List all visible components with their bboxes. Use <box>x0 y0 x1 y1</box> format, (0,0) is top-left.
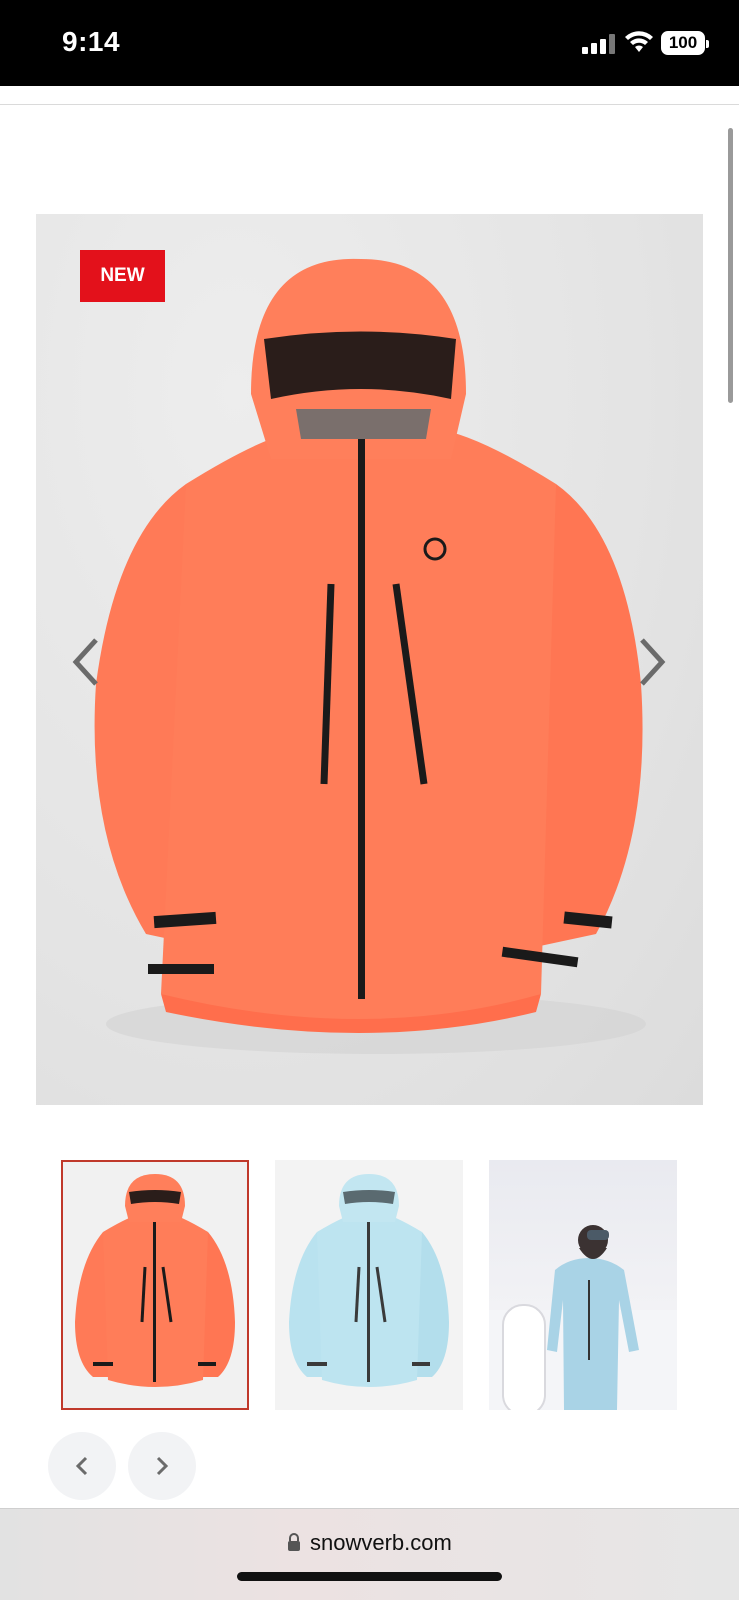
status-time: 9:14 <box>62 26 121 57</box>
cellular-signal-icon <box>582 34 616 54</box>
chevron-right-icon <box>156 1456 169 1476</box>
home-indicator[interactable] <box>237 1572 502 1581</box>
header-divider <box>0 104 739 105</box>
thumbnail-light-blue-jacket[interactable] <box>275 1160 463 1410</box>
coral-jacket-image <box>94 258 646 1054</box>
wifi-icon <box>625 31 653 52</box>
browser-address-bar[interactable]: snowverb.com <box>0 1508 739 1600</box>
status-bar: 9:14 100 <box>0 0 739 86</box>
light-blue-jacket-thumbnail-image <box>289 1174 449 1387</box>
chevron-left-icon[interactable] <box>68 634 108 690</box>
thumbnail-coral-jacket[interactable] <box>61 1160 249 1410</box>
url-text[interactable]: snowverb.com <box>310 1530 452 1556</box>
coral-jacket-thumbnail-image <box>75 1174 235 1387</box>
thumbnail-next-button[interactable] <box>128 1432 196 1500</box>
product-main-image[interactable] <box>36 214 703 1105</box>
lock-icon <box>288 1533 300 1551</box>
thumbnail-model-photo[interactable] <box>489 1160 677 1410</box>
chevron-left-icon <box>75 1456 88 1476</box>
chevron-right-icon[interactable] <box>630 634 670 690</box>
battery-icon: 100 <box>661 31 709 55</box>
thumbnail-prev-button[interactable] <box>48 1432 116 1500</box>
new-badge: NEW <box>80 250 165 302</box>
model-snowboard-thumbnail-image <box>489 1225 677 1410</box>
page-scrollbar[interactable] <box>728 128 733 403</box>
